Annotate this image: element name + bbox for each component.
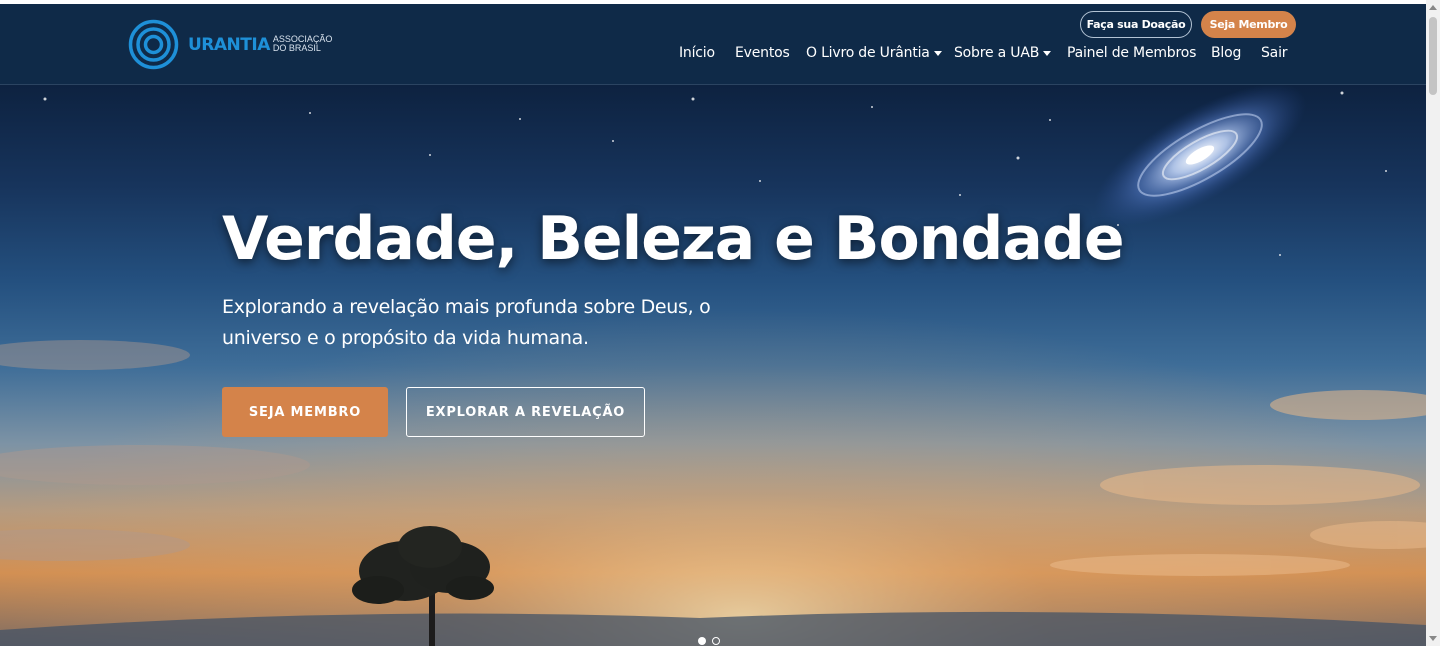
nav-item-painel-membros[interactable]: Painel de Membros [1067, 45, 1196, 61]
hero-background-image [0, 85, 1426, 646]
caret-down-icon [933, 50, 942, 56]
nav-item-label: Eventos [735, 45, 790, 61]
nav-item-label: Sobre a UAB [954, 45, 1040, 61]
carousel-dot-2[interactable] [712, 637, 720, 645]
caret-down-icon [1043, 50, 1052, 56]
site-header: URANTIA ASSOCIAÇÃO DO BRASIL Faça sua Do… [0, 4, 1426, 85]
nav-item-inicio[interactable]: Início [679, 45, 715, 61]
scroll-up-icon[interactable] [1429, 5, 1437, 10]
nav-item-label: O Livro de Urântia [806, 45, 930, 61]
become-member-button[interactable]: SEJA MEMBRO [222, 387, 388, 437]
carousel-indicators [698, 637, 720, 645]
page-scrollbar[interactable] [1426, 0, 1440, 646]
hero-subtitle: Explorando a revelação mais profunda sob… [222, 296, 711, 349]
nav-item-sair[interactable]: Sair [1261, 45, 1288, 61]
nav-item-sobre-uab[interactable]: Sobre a UAB [954, 45, 1052, 61]
nav-item-blog[interactable]: Blog [1211, 45, 1241, 61]
donate-button[interactable]: Faça sua Doação [1080, 11, 1192, 38]
nav-item-label: Início [679, 45, 715, 61]
nav-item-label: Sair [1261, 45, 1288, 61]
nav-item-livro-urantia[interactable]: O Livro de Urântia [806, 45, 942, 61]
carousel-dot-1[interactable] [698, 637, 706, 645]
explore-revelation-button[interactable]: EXPLORAR A REVELAÇÃO [406, 387, 645, 437]
main-nav: Início Eventos O Livro de Urântia Sobre … [0, 45, 1426, 65]
scrollbar-thumb[interactable] [1429, 17, 1437, 95]
hero-title: Verdade, Beleza e Bondade [222, 204, 1125, 274]
nav-item-eventos[interactable]: Eventos [735, 45, 790, 61]
nav-item-label: Blog [1211, 45, 1242, 61]
scroll-down-icon[interactable] [1429, 636, 1437, 641]
nav-item-label: Painel de Membros [1067, 45, 1197, 61]
become-member-header-button[interactable]: Seja Membro [1201, 11, 1296, 38]
hero-banner: Verdade, Beleza e Bondade Explorando a r… [0, 85, 1426, 646]
